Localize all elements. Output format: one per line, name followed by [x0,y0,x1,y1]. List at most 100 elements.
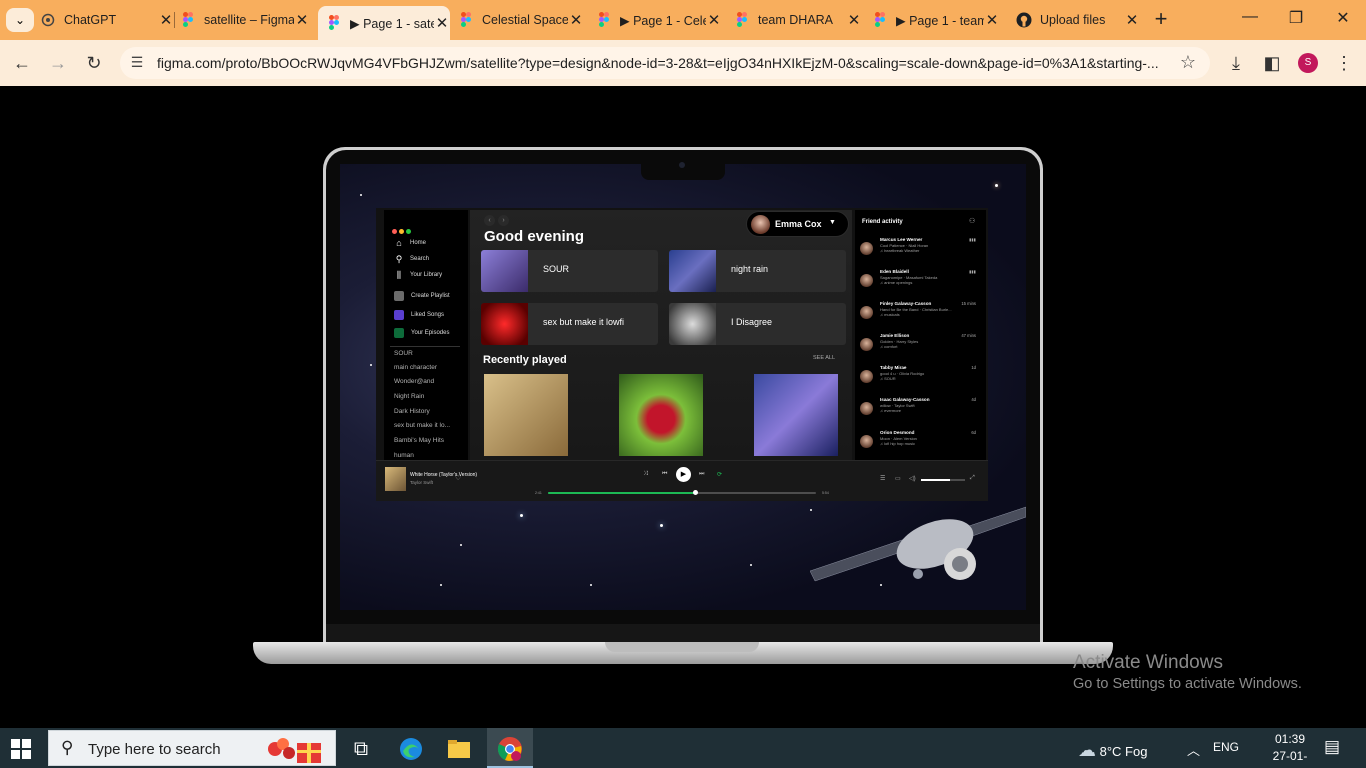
quick-pick-card[interactable]: I Disagree [669,303,846,345]
start-button[interactable] [10,738,32,760]
edge-browser-icon[interactable] [396,734,426,764]
sidebar-item-label: Home [410,240,427,246]
friend-item[interactable]: Tabby Mirae good 4 u · Olivia Rodrigo ♫ SO… [860,365,982,389]
close-tab-icon[interactable]: ✕ [434,14,450,32]
new-tab-button[interactable]: + [1148,8,1174,32]
close-window-button[interactable]: ✕ [1320,8,1366,32]
recent-album-art[interactable] [619,374,703,456]
quick-pick-card[interactable]: night rain [669,250,846,292]
sidebar-playlist[interactable]: Night Rain [394,393,456,400]
browser-tab-page1-celestial[interactable]: ▶ Page 1 - Celestial ✕ [596,6,722,34]
sidebar-your-episodes[interactable]: Your Episodes [394,328,449,338]
back-button[interactable]: ← [10,51,34,75]
sidebar-item-search[interactable]: ⚲ Search [394,254,429,264]
next-track-icon[interactable]: ⏭ [699,471,704,478]
forward-arrow-icon[interactable]: › [498,215,509,226]
browser-tab-upload-files[interactable]: Upload files ✕ [1016,6,1140,34]
play-button[interactable]: ▶ [676,467,691,482]
user-name: Emma Cox [775,219,822,229]
browser-toolbar: ← → ↻ ☰ figma.com/proto/BbOOcRWJqvMG4VFb… [0,40,1366,86]
chrome-icon[interactable] [495,734,525,764]
friend-time: 1d [971,365,976,370]
close-tab-icon[interactable]: ✕ [158,11,174,29]
restore-button[interactable]: ❐ [1273,8,1319,32]
url-text[interactable]: figma.com/proto/BbOOcRWJqvMG4VFbGHJZwm/s… [157,55,1169,71]
close-tab-icon[interactable]: ✕ [568,11,584,29]
tab-search-button[interactable]: ⌄ [6,8,34,32]
browser-tab-page1-team[interactable]: ▶ Page 1 - team ✕ [872,6,1000,34]
sidebar-playlist[interactable]: main character [394,364,456,371]
recent-album-art[interactable] [484,374,568,456]
notifications-icon[interactable]: ▤ [1324,737,1340,757]
close-tab-icon[interactable]: ✕ [984,11,1000,29]
sidebar-item-home[interactable]: ⌂ Home [394,238,426,248]
friend-item[interactable]: Marcus Lee Werner Cool Patience · Niall H… [860,237,982,261]
forward-button[interactable]: → [46,51,70,75]
file-explorer-icon[interactable] [444,734,474,764]
language-indicator[interactable]: ENG [1213,740,1239,754]
bookmark-star-icon[interactable]: ☆ [1180,52,1196,73]
show-hidden-icons-chevron-icon[interactable]: ︿ [1187,740,1200,759]
taskbar-search-box[interactable]: ⚲ Type here to search [48,730,336,766]
friend-activity-title: Friend activity [862,219,903,225]
quick-pick-card[interactable]: sex but make it lowfi [481,303,658,345]
back-arrow-icon[interactable]: ‹ [484,215,495,226]
previous-track-icon[interactable]: ⏮ [662,471,667,478]
sidebar-playlist[interactable]: human [394,452,456,459]
now-playing-artist[interactable]: Taylor Swift [410,480,433,485]
plus-icon [394,291,404,301]
user-menu[interactable]: Emma Cox ▼ [746,211,849,237]
task-view-icon[interactable]: ⧉ [346,734,376,764]
friend-item[interactable]: Orion Desmond Moon · Alem Version ♫ lofi h… [860,430,982,454]
repeat-icon[interactable]: ⟳ [717,471,722,478]
quick-pick-card[interactable]: SOUR [481,250,658,292]
time-elapsed: 2:41 [535,491,542,495]
friend-item[interactable]: Eden Blaidell Saganomipe · Masafumi Taked… [860,269,982,293]
sidebar-create-playlist[interactable]: Create Playlist [394,291,450,301]
downloads-button[interactable]: ⤓ [1224,51,1248,75]
sidebar-playlist[interactable]: Wonder@and [394,378,456,385]
weather-widget[interactable]: ☁ 8°C Fog [1078,740,1147,761]
fullscreen-icon[interactable]: ⤢ [970,475,975,482]
now-playing-title[interactable]: White Horse (Taylor's Version) [410,472,477,478]
sidebar-playlist[interactable]: sex but make it lo... [394,422,456,429]
browser-tab-team-dhara[interactable]: team DHARA ✕ [734,6,862,34]
like-heart-icon[interactable]: ♡ [455,474,461,482]
browser-tab-celestial-space[interactable]: Celestial Space ✕ [458,6,584,34]
reload-button[interactable]: ↻ [82,51,106,75]
browser-tab-page1-satellite[interactable]: ▶ Page 1 - satellite ✕ [318,6,450,40]
see-all-link[interactable]: SEE ALL [813,355,835,361]
search-placeholder: Type here to search [88,741,221,758]
friend-item[interactable]: Isaac Galaway-Casson willow · Taylor Swif… [860,397,982,421]
close-tab-icon[interactable]: ✕ [1124,11,1140,29]
sidebar-item-library[interactable]: ⫼ Your Library [394,270,442,280]
address-bar[interactable]: ☰ figma.com/proto/BbOOcRWJqvMG4VFbGHJZwm… [120,47,1210,79]
close-tab-icon[interactable]: ✕ [706,11,722,29]
side-panel-button[interactable]: ◧ [1260,51,1284,75]
browser-menu-button[interactable]: ⋮ [1332,51,1356,75]
sidebar-playlist[interactable]: Dark History [394,408,456,415]
profile-avatar[interactable]: S [1298,53,1318,73]
sidebar-playlist[interactable]: Bambi's May Hits [394,437,456,444]
recent-album-art[interactable] [754,374,838,456]
queue-icon[interactable]: ☰ [880,475,885,482]
site-info-icon[interactable]: ☰ [128,54,146,72]
friend-item[interactable]: Finley Galaway-Casson Hand for Be the Ban… [860,301,982,325]
sidebar-liked-songs[interactable]: Liked Songs [394,310,444,320]
friend-context: ♫ heartbreak Weather [880,248,920,253]
shuffle-icon[interactable]: ⤨ [643,471,648,478]
browser-tab-satellite-figma[interactable]: satellite – Figma ✕ [180,6,310,34]
volume-icon[interactable]: ◁) [909,475,916,482]
browser-tab-chatgpt[interactable]: ChatGPT ✕ [40,6,175,34]
devices-icon[interactable]: ▭ [895,475,901,482]
close-tab-icon[interactable]: ✕ [846,11,862,29]
friend-item[interactable]: Jamie Ellison Golden · Harry Styles ♫ comf… [860,333,982,357]
friend-context: ♫ lofi hip hop music [880,441,916,446]
sidebar-playlist[interactable]: SOUR [394,350,456,357]
close-tab-icon[interactable]: ✕ [294,11,310,29]
weather-text: 8°C Fog [1099,744,1148,759]
minimize-button[interactable]: — [1227,8,1273,32]
taskbar-clock[interactable]: 01:39 27-01-2024 [1260,731,1320,768]
add-friend-icon[interactable]: ⚇ [969,217,975,225]
quick-pick-label: SOUR [543,264,570,274]
